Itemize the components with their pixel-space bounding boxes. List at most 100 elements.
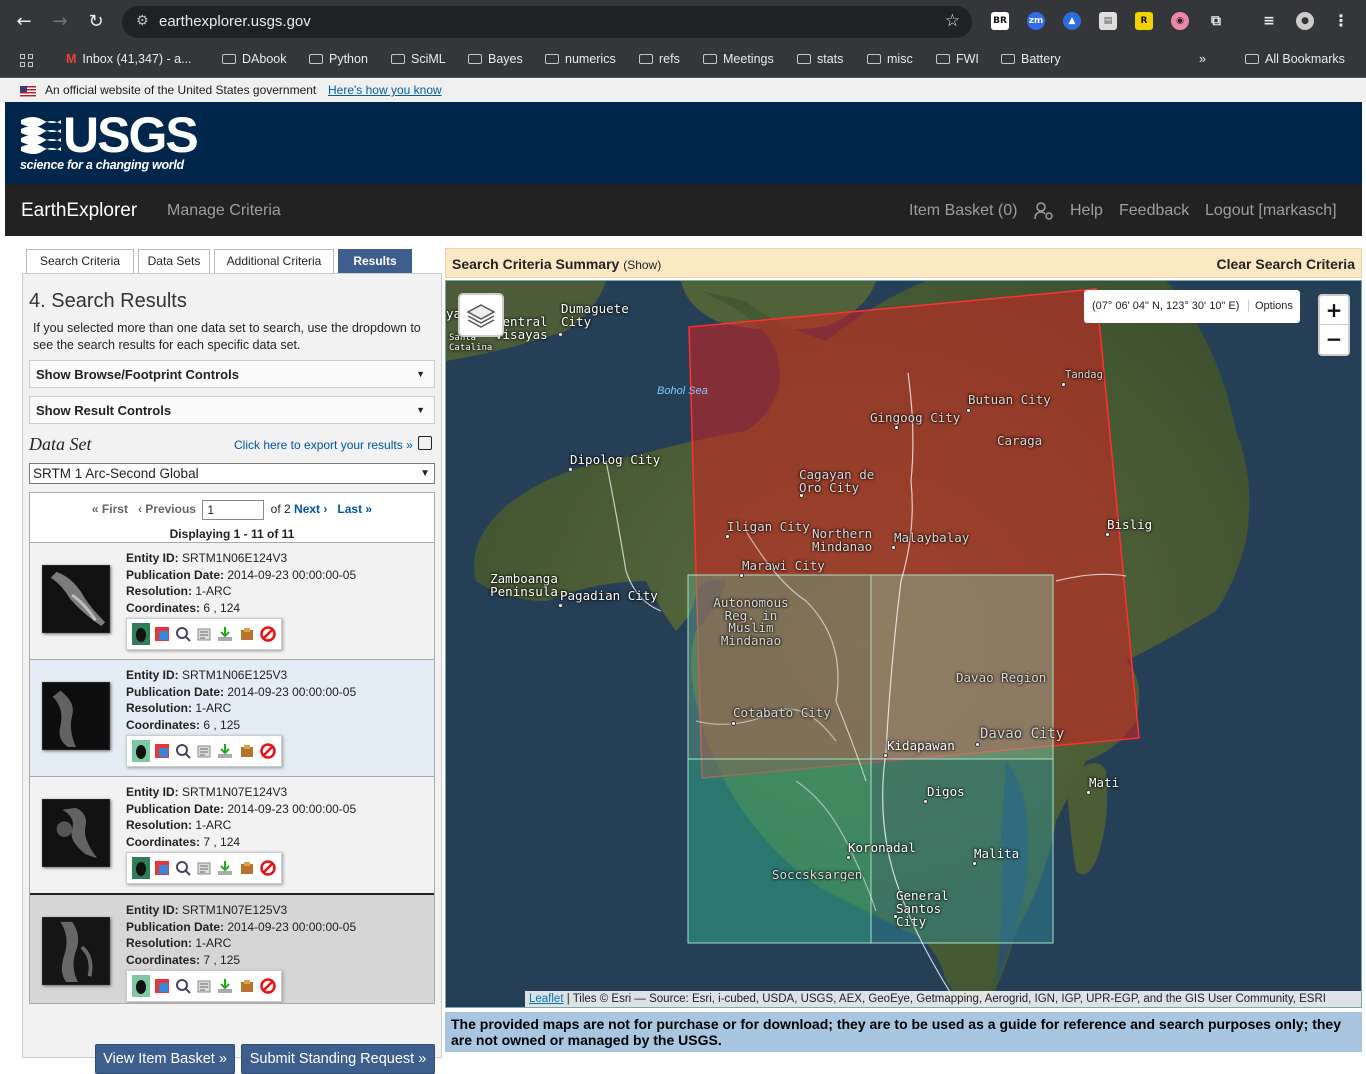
show-browse-overlay-icon[interactable] [154,978,170,994]
browse-thumbnail[interactable] [42,682,110,750]
profile-avatar[interactable]: ● [1296,12,1314,30]
bookmark-battery[interactable]: Battery [1001,52,1061,66]
add-to-basket-icon[interactable] [239,626,255,642]
page-number-input[interactable]: 1 [202,500,265,520]
bookmark-python[interactable]: Python [309,52,368,66]
add-to-basket-icon[interactable] [239,743,255,759]
result-controls-toggle[interactable]: Show Result Controls ▼ [29,396,435,424]
result-row[interactable]: Entity ID: SRTM1N07E124V3 Publication Da… [30,776,434,893]
compare-browse-icon[interactable] [175,743,191,759]
browse-thumbnail[interactable] [42,799,110,867]
address-bar[interactable]: ⚙ earthexplorer.usgs.gov ☆ [122,6,972,38]
bookmark-dabook[interactable]: DAbook [222,52,286,66]
feedback-link[interactable]: Feedback [1119,202,1189,220]
site-info-icon[interactable]: ⚙ [136,13,149,29]
forward-icon[interactable]: → [49,11,71,33]
show-metadata-icon[interactable] [196,743,212,759]
export-results-link[interactable]: Click here to export your results » [234,438,413,452]
show-metadata-icon[interactable] [196,626,212,642]
tab-search-criteria[interactable]: Search Criteria [26,249,134,273]
bookmark-bayes[interactable]: Bayes [468,52,523,66]
show-footprint-icon[interactable] [132,740,150,762]
show-footprint-icon[interactable] [132,857,150,879]
extensions-puzzle-icon[interactable]: ⧉ [1207,12,1225,30]
extension-owl-icon[interactable]: ◉ [1171,12,1189,30]
show-footprint-icon[interactable] [132,975,150,997]
browse-thumbnail[interactable] [42,565,110,633]
result-row-selected[interactable]: Entity ID: SRTM1N07E125V3 Publication Da… [30,893,434,1003]
help-link[interactable]: Help [1070,202,1103,220]
bookmark-misc[interactable]: misc [867,52,913,66]
result-row[interactable]: Entity ID: SRTM1N06E125V3 Publication Da… [30,659,434,776]
earthexplorer-brand[interactable]: EarthExplorer [21,200,137,222]
bookmark-stats[interactable]: stats [797,52,843,66]
extension-doc-icon[interactable]: ▤ [1099,12,1117,30]
coordinate-options-button[interactable]: Options [1248,300,1293,312]
tab-results[interactable]: Results [338,249,412,273]
zoom-out-button[interactable]: − [1320,325,1348,354]
tab-additional-criteria[interactable]: Additional Criteria [214,249,334,273]
download-options-icon[interactable] [217,743,233,759]
exclude-scene-icon[interactable] [260,860,276,876]
bookmark-numerics[interactable]: numerics [545,52,616,66]
browse-thumbnail[interactable] [42,917,110,985]
next-page-link[interactable]: Next › [294,502,327,516]
last-page-link[interactable]: Last » [337,502,372,516]
compare-browse-icon[interactable] [175,978,191,994]
exclude-scene-icon[interactable] [260,978,276,994]
clear-search-criteria-button[interactable]: Clear Search Criteria [1216,256,1355,272]
bookmark-star-icon[interactable]: ☆ [945,11,960,31]
gov-banner-link[interactable]: Here's how you know [328,83,442,97]
compare-browse-icon[interactable] [175,626,191,642]
criteria-show-toggle[interactable]: (Show) [623,258,661,272]
exclude-scene-icon[interactable] [260,626,276,642]
show-metadata-icon[interactable] [196,860,212,876]
extension-br-icon[interactable]: BR [991,12,1009,30]
bookmark-sciml[interactable]: SciML [391,52,446,66]
extension-zoom-icon[interactable]: zm [1027,12,1045,30]
add-to-basket-icon[interactable] [239,978,255,994]
zoom-in-button[interactable]: + [1320,296,1348,325]
first-page-link[interactable]: « First [92,502,128,516]
user-settings-icon[interactable] [1034,202,1054,220]
external-link-icon[interactable] [418,436,432,450]
previous-page-link[interactable]: ‹ Previous [138,502,196,516]
bookmark-inbox[interactable]: M Inbox (41,347) - a... [66,52,192,66]
add-to-basket-icon[interactable] [239,860,255,876]
layers-control-button[interactable] [458,293,504,337]
tab-data-sets[interactable]: Data Sets [138,249,210,273]
download-options-icon[interactable] [217,978,233,994]
exclude-scene-icon[interactable] [260,743,276,759]
apps-grid-icon[interactable] [20,54,34,68]
footprint-n06e124[interactable] [687,758,872,944]
show-footprint-icon[interactable] [132,623,150,645]
bookmarks-overflow[interactable]: » [1199,52,1206,66]
bookmark-fwi[interactable]: FWI [936,52,979,66]
item-basket-link[interactable]: Item Basket (0) [909,202,1017,220]
extension-r-icon[interactable]: R [1135,12,1153,30]
bookmark-meetings[interactable]: Meetings [703,52,774,66]
logout-link[interactable]: Logout [markasch] [1205,202,1337,220]
show-browse-overlay-icon[interactable] [154,626,170,642]
compare-browse-icon[interactable] [175,860,191,876]
show-metadata-icon[interactable] [196,978,212,994]
extension-scholar-icon[interactable]: ▲ [1063,12,1081,30]
download-options-icon[interactable] [217,626,233,642]
reading-list-icon[interactable]: ≡ [1260,12,1278,30]
map-view[interactable]: ya Santa Catalina Central Visayas Dumagu… [445,280,1362,1008]
menu-kebab-icon[interactable]: ⋮ [1332,12,1350,30]
browse-footprint-controls-toggle[interactable]: Show Browse/Footprint Controls ▼ [29,360,435,388]
submit-standing-request-button[interactable]: Submit Standing Request » [241,1044,435,1074]
show-browse-overlay-icon[interactable] [154,860,170,876]
view-item-basket-button[interactable]: View Item Basket » [95,1044,235,1074]
bookmark-refs[interactable]: refs [639,52,680,66]
back-icon[interactable]: ← [13,11,35,33]
download-options-icon[interactable] [217,860,233,876]
all-bookmarks[interactable]: All Bookmarks [1245,52,1345,66]
leaflet-link[interactable]: Leaflet [529,993,564,1005]
show-browse-overlay-icon[interactable] [154,743,170,759]
manage-criteria-link[interactable]: Manage Criteria [167,202,281,220]
data-set-select[interactable]: SRTM 1 Arc-Second Global ▼ [29,463,435,484]
result-row[interactable]: Entity ID: SRTM1N06E124V3 Publication Da… [30,542,434,659]
reload-icon[interactable]: ↻ [85,11,107,33]
